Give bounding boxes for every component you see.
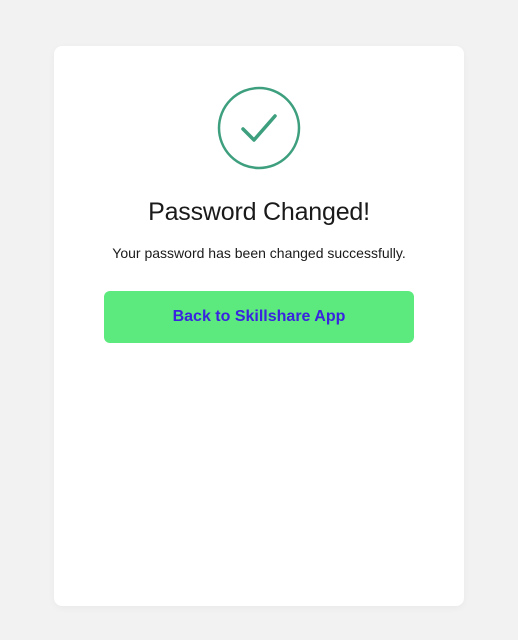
checkmark-circle-icon <box>217 86 301 170</box>
confirmation-subtitle: Your password has been changed successfu… <box>112 245 405 261</box>
confirmation-title: Password Changed! <box>148 198 370 227</box>
back-to-app-button[interactable]: Back to Skillshare App <box>104 291 414 343</box>
confirmation-card: Password Changed! Your password has been… <box>54 46 464 606</box>
